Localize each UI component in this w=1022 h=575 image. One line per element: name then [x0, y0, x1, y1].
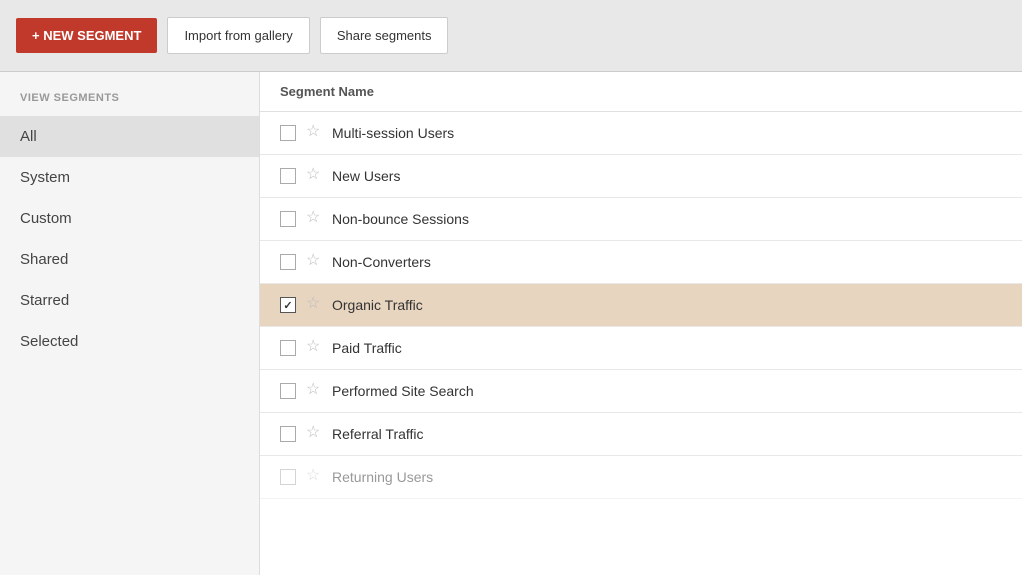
row-checkbox[interactable]: [280, 254, 296, 270]
table-row[interactable]: ☆ Non-Converters: [260, 241, 1022, 284]
star-icon[interactable]: ☆: [306, 124, 324, 142]
row-label: Referral Traffic: [332, 426, 424, 442]
sidebar-item-shared[interactable]: Shared: [0, 239, 259, 280]
table-row[interactable]: ☆ Referral Traffic: [260, 413, 1022, 456]
table-row[interactable]: ☆ Returning Users: [260, 456, 1022, 499]
star-icon[interactable]: ☆: [306, 425, 324, 443]
table-row[interactable]: ☆ Organic Traffic: [260, 284, 1022, 327]
row-label: Paid Traffic: [332, 340, 402, 356]
row-checkbox[interactable]: [280, 168, 296, 184]
row-checkbox[interactable]: [280, 297, 296, 313]
table-row[interactable]: ☆ New Users: [260, 155, 1022, 198]
row-checkbox[interactable]: [280, 340, 296, 356]
star-icon[interactable]: ☆: [306, 339, 324, 357]
row-label: Non-bounce Sessions: [332, 211, 469, 227]
sidebar: VIEW SEGMENTS AllSystemCustomSharedStarr…: [0, 72, 260, 575]
content-area: VIEW SEGMENTS AllSystemCustomSharedStarr…: [0, 72, 1022, 575]
import-from-gallery-button[interactable]: Import from gallery: [167, 17, 309, 54]
table-row[interactable]: ☆ Non-bounce Sessions: [260, 198, 1022, 241]
share-segments-button[interactable]: Share segments: [320, 17, 449, 54]
main-container: + NEW SEGMENT Import from gallery Share …: [0, 0, 1022, 575]
row-checkbox[interactable]: [280, 469, 296, 485]
table-row[interactable]: ☆ Paid Traffic: [260, 327, 1022, 370]
new-segment-button[interactable]: + NEW SEGMENT: [16, 18, 157, 53]
row-label: Performed Site Search: [332, 383, 474, 399]
row-checkbox[interactable]: [280, 211, 296, 227]
sidebar-item-selected[interactable]: Selected: [0, 321, 259, 362]
table-header: Segment Name: [260, 72, 1022, 112]
row-checkbox[interactable]: [280, 125, 296, 141]
row-label: Non-Converters: [332, 254, 431, 270]
star-icon[interactable]: ☆: [306, 468, 324, 486]
star-icon[interactable]: ☆: [306, 167, 324, 185]
table-row[interactable]: ☆ Multi-session Users: [260, 112, 1022, 155]
sidebar-item-all[interactable]: All: [0, 116, 259, 157]
star-icon[interactable]: ☆: [306, 253, 324, 271]
view-segments-label: VIEW SEGMENTS: [0, 92, 259, 116]
sidebar-item-starred[interactable]: Starred: [0, 280, 259, 321]
star-icon[interactable]: ☆: [306, 382, 324, 400]
row-checkbox[interactable]: [280, 383, 296, 399]
row-label: Organic Traffic: [332, 297, 423, 313]
star-icon[interactable]: ☆: [306, 210, 324, 228]
row-label: Multi-session Users: [332, 125, 454, 141]
sidebar-item-custom[interactable]: Custom: [0, 198, 259, 239]
table-area: Segment Name ☆ Multi-session Users ☆ New Us…: [260, 72, 1022, 575]
row-label: New Users: [332, 168, 400, 184]
row-label: Returning Users: [332, 469, 433, 485]
row-checkbox[interactable]: [280, 426, 296, 442]
star-icon[interactable]: ☆: [306, 296, 324, 314]
toolbar: + NEW SEGMENT Import from gallery Share …: [0, 0, 1022, 72]
table-row[interactable]: ☆ Performed Site Search: [260, 370, 1022, 413]
sidebar-item-system[interactable]: System: [0, 157, 259, 198]
